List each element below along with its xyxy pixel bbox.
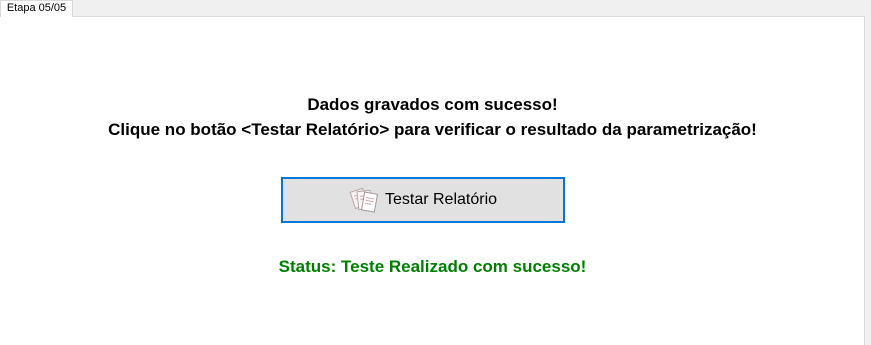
wizard-step-panel: Dados gravados com sucesso! Clique no bo… [0,16,865,345]
instruction-message: Clique no botão <Testar Relatório> para … [108,120,757,139]
success-message: Dados gravados com sucesso! [307,95,558,114]
status-message: Status: Teste Realizado com sucesso! [278,257,587,276]
wizard-tab-strip: Etapa 05/05 [0,0,871,17]
tab-label: Etapa 05/05 [6,2,67,14]
test-report-button[interactable]: Testar Relatório [281,177,565,223]
test-report-button-label: Testar Relatório [384,191,498,208]
tab-etapa[interactable]: Etapa 05/05 [0,0,73,17]
documents-icon [349,186,379,214]
